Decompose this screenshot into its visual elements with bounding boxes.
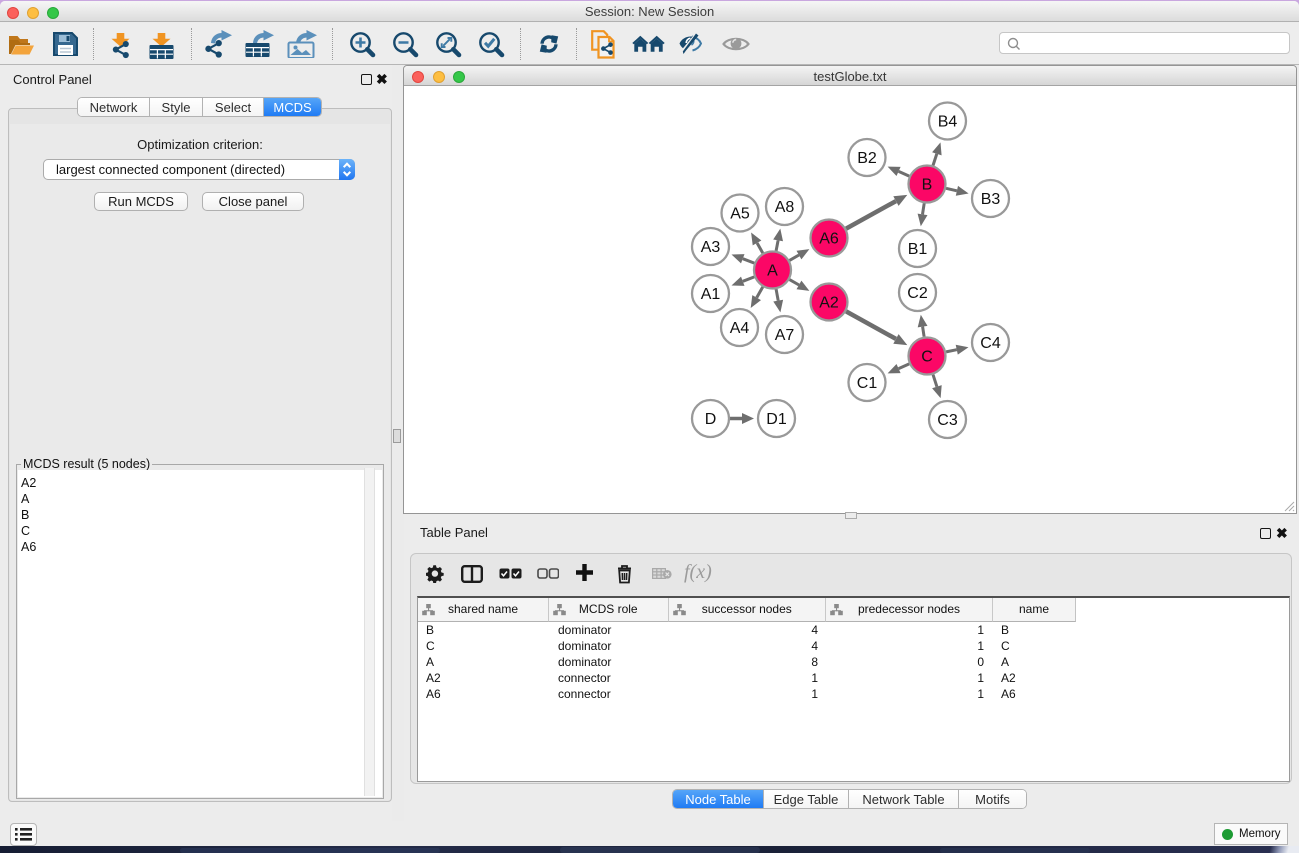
svg-text:C2: C2 <box>907 285 928 302</box>
svg-text:A4: A4 <box>730 320 750 337</box>
svg-text:D: D <box>705 411 717 428</box>
svg-text:A6: A6 <box>819 231 839 248</box>
svg-text:C3: C3 <box>937 412 958 429</box>
svg-text:B3: B3 <box>981 191 1001 208</box>
svg-text:A2: A2 <box>819 295 839 312</box>
svg-text:D1: D1 <box>766 411 787 428</box>
svg-text:A3: A3 <box>701 239 721 256</box>
svg-text:A: A <box>767 263 778 280</box>
svg-text:A7: A7 <box>775 327 795 344</box>
svg-text:C1: C1 <box>857 375 878 392</box>
svg-text:C4: C4 <box>980 335 1001 352</box>
svg-text:C: C <box>921 349 933 366</box>
svg-text:A1: A1 <box>701 286 721 303</box>
svg-text:A8: A8 <box>775 199 795 216</box>
svg-text:A5: A5 <box>730 206 750 223</box>
svg-text:B4: B4 <box>938 114 958 131</box>
svg-text:B2: B2 <box>857 150 877 167</box>
svg-text:B1: B1 <box>908 241 928 258</box>
svg-text:B: B <box>922 177 933 194</box>
